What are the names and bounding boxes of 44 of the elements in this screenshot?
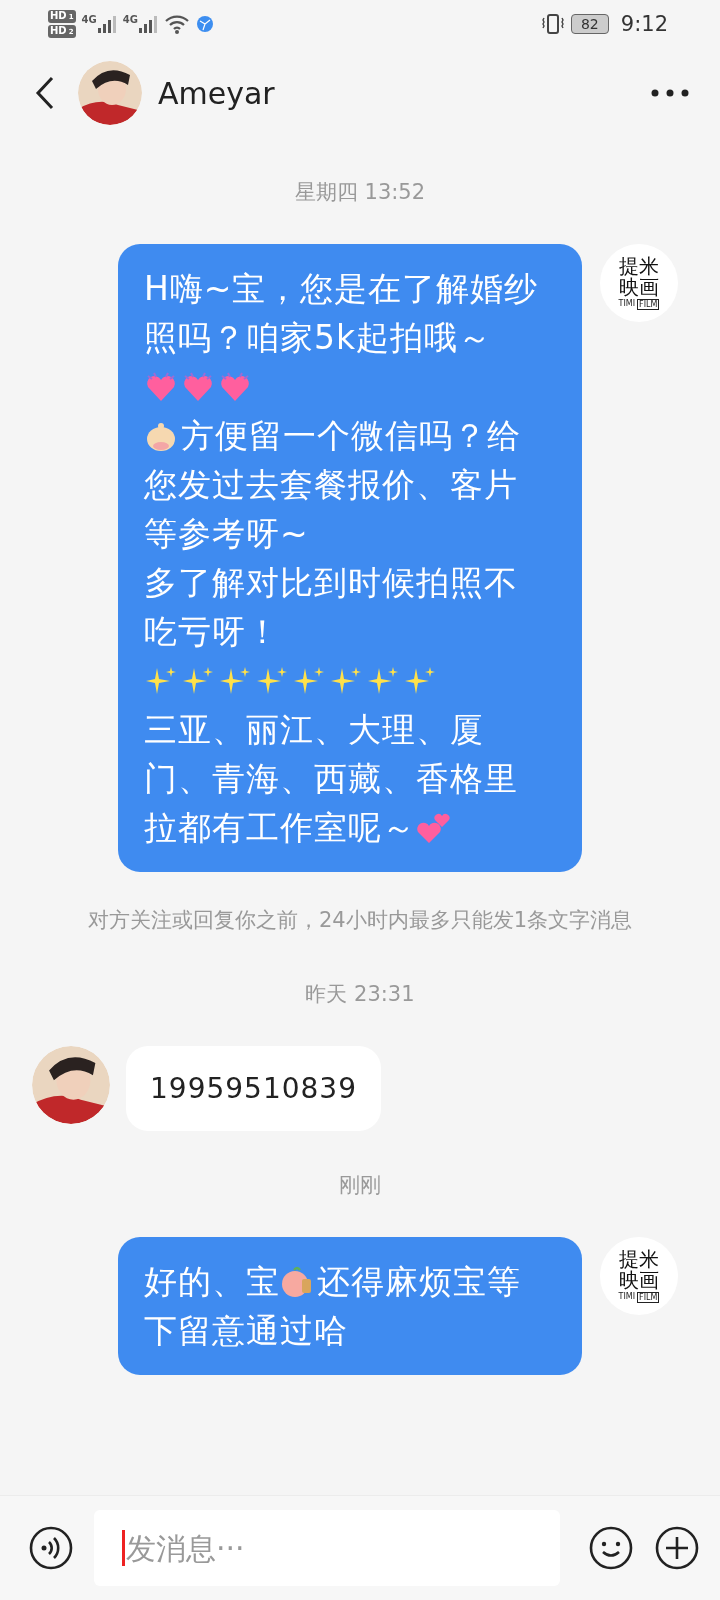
- timestamp: 星期四 13:52: [294, 179, 426, 206]
- message-text: 下留意通过哈: [144, 1311, 348, 1350]
- logo-tag: FILM: [637, 1292, 660, 1303]
- more-icon[interactable]: [650, 88, 690, 98]
- back-icon[interactable]: [34, 75, 56, 111]
- message-text: 照吗？咱家5k起拍哦～: [144, 318, 493, 357]
- signal-icon: [96, 14, 117, 34]
- message-text: 三亚、丽江、大理、厦: [144, 710, 484, 749]
- wifi-icon: [163, 13, 190, 35]
- logo-text: 提米: [619, 1249, 659, 1270]
- logo-tag: TIMI: [618, 299, 636, 310]
- message-text: 拉都有工作室呢～: [144, 808, 416, 847]
- message-text: 您发过去套餐报价、客片: [144, 465, 518, 504]
- message-text: 吃亏呀！: [144, 612, 280, 651]
- network-label: 4G: [81, 14, 97, 25]
- add-icon[interactable]: [654, 1525, 700, 1571]
- logo-text: 提米: [619, 256, 659, 277]
- logo-tag: FILM: [637, 299, 660, 310]
- message-text: 还得麻烦宝等: [317, 1262, 521, 1301]
- globe-icon: [195, 15, 214, 33]
- message-text: 等参考呀~: [144, 514, 309, 553]
- logo-tag: TIMI: [618, 1292, 636, 1303]
- message-text: 门、青海、西藏、香格里: [144, 759, 518, 798]
- message-text: 多了解对比到时候拍照不: [144, 563, 518, 602]
- signal-icon: [137, 14, 158, 34]
- contact-name: Ameyar: [158, 75, 276, 111]
- logo-text: 映画: [619, 277, 659, 298]
- system-notice: 对方关注或回复你之前，24小时内最多只能发1条文字消息: [86, 907, 634, 934]
- two-hearts-emoji-icon: [416, 811, 450, 845]
- message-text: 方便留一个微信吗？给: [181, 416, 521, 455]
- message-text: 好的、宝: [144, 1262, 280, 1301]
- logo-text: 映画: [619, 1270, 659, 1291]
- battery-icon: 82: [570, 14, 609, 34]
- message-text: H嗨~宝，您是在了解婚纱: [144, 269, 539, 308]
- vibrate-icon: [540, 13, 565, 35]
- network-label: 4G: [122, 14, 138, 25]
- message-text: 19959510839: [150, 1072, 357, 1105]
- peach-emoji-icon: [280, 1265, 314, 1299]
- timestamp: 刚刚: [339, 1172, 381, 1199]
- timestamp: 昨天 23:31: [305, 981, 415, 1008]
- voice-icon[interactable]: [28, 1525, 74, 1571]
- clock: 9:12: [620, 12, 668, 36]
- emoji-icon[interactable]: [588, 1525, 634, 1571]
- message-input[interactable]: 发消息···: [94, 1510, 560, 1586]
